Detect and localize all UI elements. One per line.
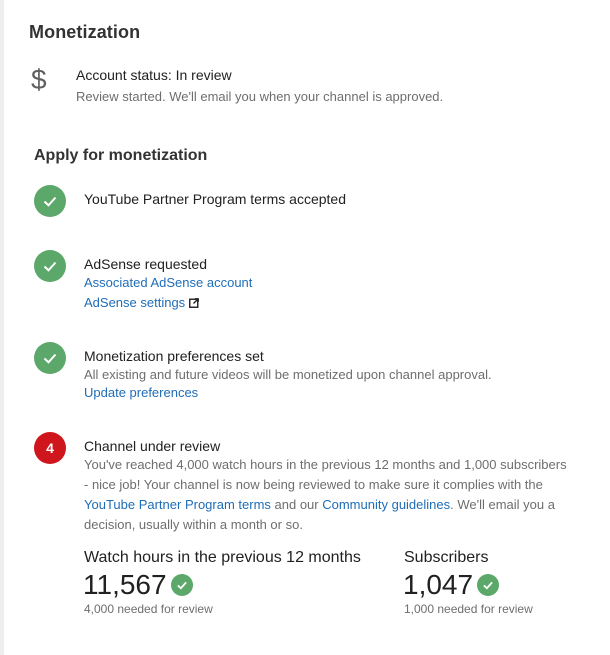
- watch-hours-value: 11,567: [83, 569, 167, 600]
- step-title-review: Channel under review: [84, 438, 221, 454]
- checkmark-icon: [43, 196, 57, 207]
- step-description-review: You've reached 4,000 watch hours in the …: [84, 455, 574, 535]
- step-complete-badge: [34, 185, 66, 217]
- watch-hours-requirement: 4,000 needed for review: [84, 602, 213, 616]
- apply-section-title: Apply for monetization: [34, 147, 208, 164]
- step-title-preferences: Monetization preferences set: [84, 348, 264, 364]
- partner-program-terms-link[interactable]: YouTube Partner Program terms: [84, 497, 271, 512]
- step-title-adsense: AdSense requested: [84, 256, 207, 272]
- watch-hours-value-row: 11,567: [83, 571, 193, 599]
- review-text: You've reached 4,000 watch hours in the …: [84, 457, 567, 492]
- watch-hours-label: Watch hours in the previous 12 months: [84, 549, 361, 566]
- external-link-icon[interactable]: [189, 296, 200, 311]
- step-complete-badge: [34, 342, 66, 374]
- subscribers-value-row: 1,047: [403, 569, 500, 600]
- account-status: Account status: In review: [76, 67, 232, 83]
- subscribers-label: Subscribers: [404, 549, 489, 566]
- checkmark-icon: [43, 261, 57, 272]
- subscribers-requirement: 1,000 needed for review: [404, 602, 533, 616]
- dollar-icon: $: [31, 64, 47, 95]
- left-divider: [0, 0, 4, 655]
- adsense-settings-link[interactable]: AdSense settings: [84, 295, 185, 310]
- step-complete-badge: [34, 250, 66, 282]
- adsense-settings-row: AdSense settings: [84, 295, 200, 311]
- checkmark-icon: [477, 574, 500, 596]
- review-text: and our: [270, 497, 323, 512]
- subscribers-value: 1,047: [403, 569, 474, 600]
- page-title: Monetization: [29, 22, 141, 42]
- step-number-badge: 4: [34, 432, 66, 464]
- step-description-preferences: All existing and future videos will be m…: [84, 367, 492, 382]
- checkmark-icon: [43, 353, 57, 364]
- step-title-terms: YouTube Partner Program terms accepted: [84, 191, 346, 207]
- community-guidelines-link[interactable]: Community guidelines: [322, 497, 450, 512]
- account-status-description: Review started. We'll email you when you…: [76, 89, 444, 104]
- update-preferences-link[interactable]: Update preferences: [84, 385, 198, 400]
- checkmark-icon: [170, 574, 193, 596]
- associated-adsense-account-link[interactable]: Associated AdSense account: [84, 275, 252, 290]
